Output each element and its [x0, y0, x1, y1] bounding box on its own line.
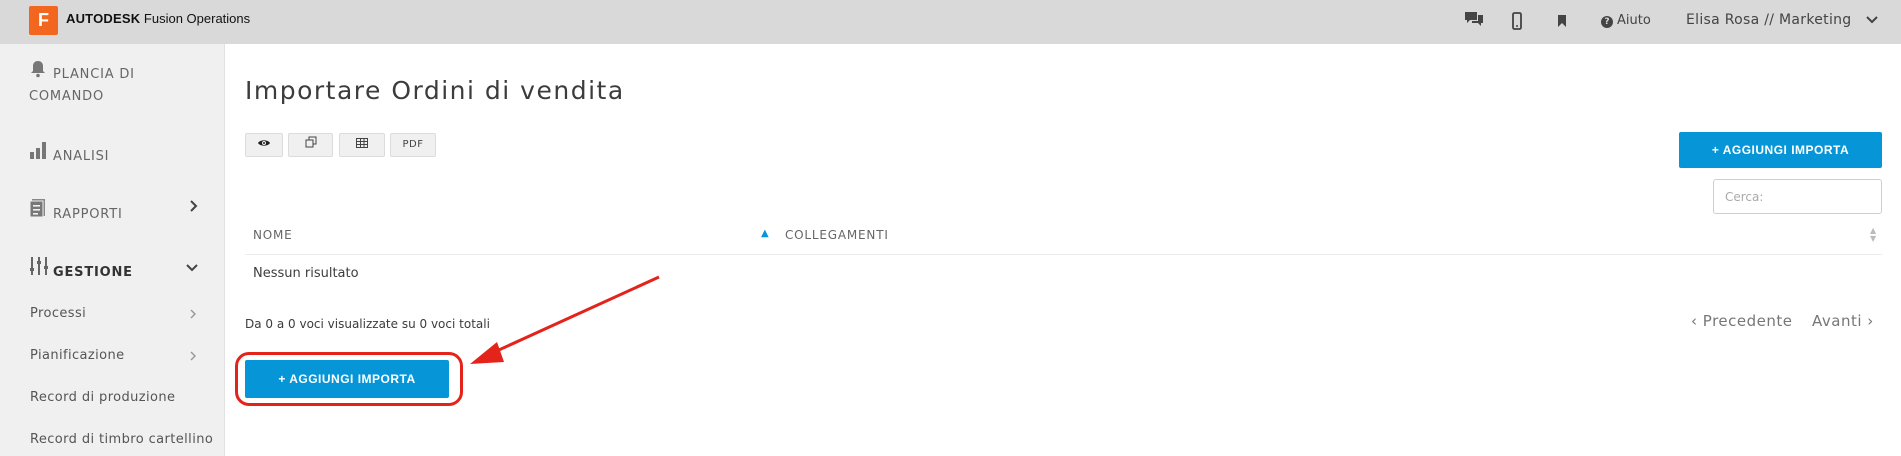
- user-menu[interactable]: Elisa Rosa // Marketing: [1686, 12, 1878, 28]
- search-input[interactable]: [1713, 179, 1882, 214]
- annotation-highlight: [235, 352, 463, 406]
- pdf-label: PDF: [402, 139, 424, 150]
- column-header-label: COLLEGAMENTI: [785, 228, 889, 242]
- bell-icon: [29, 60, 49, 86]
- chevron-right-icon: ›: [1867, 312, 1874, 330]
- chevron-right-icon: [190, 350, 197, 365]
- help-link[interactable]: ? Aiuto: [1601, 13, 1651, 28]
- sidebar-subitem-label: Record di timbro cartellino: [30, 432, 214, 447]
- help-label: Aiuto: [1617, 13, 1651, 28]
- bookmark-icon[interactable]: [1557, 14, 1567, 32]
- sidebar-item-analisi[interactable]: ANALISI: [29, 140, 109, 164]
- sidebar-subitem-label: Processi: [30, 306, 87, 321]
- sort-ascending-icon[interactable]: ▲: [761, 228, 769, 239]
- sidebar-item-rapporti[interactable]: RAPPORTI: [29, 198, 123, 222]
- sliders-icon: [29, 256, 49, 280]
- column-header-nome[interactable]: NOME: [253, 228, 293, 242]
- sidebar-subitem-record-produzione[interactable]: Record di produzione: [30, 390, 175, 405]
- sidebar-subitem-label: Pianificazione: [30, 348, 125, 363]
- sidebar-item-label: ANALISI: [53, 149, 110, 164]
- bar-chart-icon: [29, 140, 49, 164]
- brand-bold: AUTODESK: [66, 11, 141, 26]
- sidebar-subitem-record-timbro[interactable]: Record di timbro cartellino: [30, 432, 213, 447]
- chevron-down-icon: [1862, 13, 1878, 27]
- chevron-down-icon[interactable]: [186, 260, 198, 276]
- mobile-icon[interactable]: [1512, 12, 1522, 34]
- pagination-next-label: Avanti: [1812, 312, 1863, 330]
- table-info: Da 0 a 0 voci visualizzate su 0 voci tot…: [245, 317, 490, 331]
- view-button[interactable]: [245, 133, 283, 157]
- chevron-left-icon: ‹: [1691, 312, 1698, 330]
- column-header-label: NOME: [253, 228, 293, 242]
- pdf-button[interactable]: PDF: [390, 133, 436, 157]
- pagination-previous[interactable]: ‹ Precedente: [1691, 312, 1792, 330]
- sidebar-item-gestione[interactable]: GESTIONE: [29, 256, 133, 280]
- pagination-previous-label: Precedente: [1702, 312, 1793, 330]
- plus-icon: +: [1711, 143, 1720, 157]
- add-import-button-top[interactable]: + AGGIUNGI IMPORTA: [1679, 132, 1882, 168]
- chevron-right-icon: [190, 308, 197, 323]
- fusion-logo[interactable]: F: [29, 6, 61, 38]
- top-bar: F AUTODESK Fusion Operations ? Aiuto Elis…: [0, 0, 1901, 44]
- add-import-label: AGGIUNGI IMPORTA: [1722, 143, 1850, 157]
- brand-name: AUTODESK Fusion Operations: [66, 11, 250, 26]
- user-label: Elisa Rosa // Marketing: [1686, 12, 1852, 28]
- page-title: Importare Ordini di vendita: [245, 76, 625, 105]
- eye-icon: [257, 139, 271, 150]
- copy-button[interactable]: [288, 133, 333, 157]
- sidebar-item-dashboard[interactable]: PLANCIA DI COMANDO: [29, 60, 199, 108]
- sidebar-item-label: GESTIONE: [53, 265, 133, 280]
- table-divider: [245, 254, 1882, 255]
- sidebar-item-label: RAPPORTI: [53, 207, 123, 222]
- chevron-right-icon[interactable]: [190, 200, 198, 216]
- chat-icon[interactable]: [1463, 10, 1485, 32]
- copy-icon: [305, 136, 317, 150]
- pagination-next[interactable]: Avanti ›: [1812, 312, 1874, 330]
- sidebar-subitem-label: Record di produzione: [30, 390, 176, 405]
- sidebar: PLANCIA DI COMANDO ANALISI RAPPORTI GEST…: [0, 44, 225, 456]
- sidebar-subitem-processi[interactable]: Processi: [30, 306, 86, 321]
- column-header-collegamenti[interactable]: COLLEGAMENTI: [785, 228, 889, 242]
- table-icon: [356, 138, 368, 150]
- sort-both-icon[interactable]: ▲ ▼: [1870, 227, 1876, 243]
- brand-product: Fusion Operations: [140, 11, 251, 26]
- sidebar-subitem-pianificazione[interactable]: Pianificazione: [30, 348, 125, 363]
- report-icon: [29, 198, 49, 222]
- excel-button[interactable]: [339, 133, 385, 157]
- help-icon: ?: [1601, 16, 1613, 28]
- empty-table-message: Nessun risultato: [253, 266, 359, 281]
